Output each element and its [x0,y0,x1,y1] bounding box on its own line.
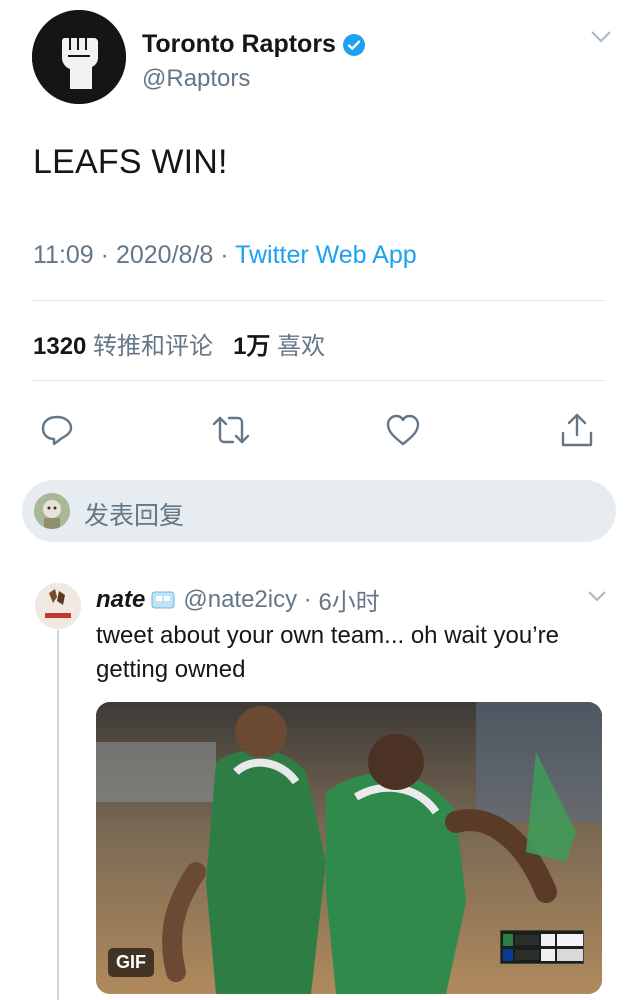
reply-placeholder[interactable]: 发表回复 [84,496,184,532]
author-name-text[interactable]: Toronto Raptors [142,30,336,59]
reply-author-name[interactable]: nate [96,586,145,614]
retweet-icon [212,416,250,444]
chevron-down-icon[interactable] [590,30,612,44]
avatar-image [34,493,70,529]
reply-time[interactable]: 6小时 [318,582,379,617]
meta-separator: · [100,241,116,269]
tweet-header: Toronto Raptors @Raptors [32,10,612,105]
divider [33,380,604,381]
tweet-time[interactable]: 11:09 [33,241,94,269]
avatar[interactable] [35,583,81,629]
avatar-image [35,583,81,629]
tweet-actions [0,410,637,450]
avatar[interactable] [32,10,126,104]
likes-count[interactable]: 1万 [233,333,270,360]
verified-badge-icon [342,33,365,56]
reply-header: nate @nate2icy · 6小时 [96,582,380,617]
reply-text: tweet about your own team... oh wait you… [96,622,559,683]
current-user-avatar [34,493,70,529]
retweet-button[interactable] [211,410,251,450]
tweet-text: LEAFS WIN! [33,143,228,181]
tweet-date[interactable]: 2020/8/8 [116,241,213,269]
divider [33,300,604,301]
like-icon [386,414,420,446]
share-icon [561,413,593,447]
retweets-count[interactable]: 1320 [33,333,86,360]
reply-button[interactable] [37,410,77,450]
like-button[interactable] [383,410,423,450]
gif-badge: GIF [108,948,154,977]
score-overlay [500,930,584,964]
meta-separator: · [297,585,319,613]
likes-label[interactable]: 喜欢 [277,333,325,360]
chevron-down-icon[interactable] [587,590,607,602]
tweet-source[interactable]: Twitter Web App [235,241,417,269]
tweet-stats: 1320 转推和评论 1万 喜欢 [33,326,325,361]
thread-line [57,630,59,1000]
gif-media[interactable]: GIF [96,702,602,994]
reply-tweet[interactable]: nate @nate2icy · 6小时 tweet about your ow… [0,578,637,1000]
author-handle[interactable]: @Raptors [142,65,250,93]
raised-fist-icon [32,10,126,104]
reply-composer[interactable]: 发表回复 [22,480,616,542]
meta-separator: · [220,241,236,269]
reply-author-handle[interactable]: @nate2icy [183,586,297,614]
scoreboard-graphic [503,934,583,961]
share-button[interactable] [557,410,597,450]
author-name[interactable]: Toronto Raptors [142,30,366,59]
tweet-meta: 11:09 · 2020/8/8 · Twitter Web App [33,241,417,270]
ice-emoji-icon [151,591,175,608]
retweets-label[interactable]: 转推和评论 [93,333,213,360]
reply-icon [41,415,73,446]
